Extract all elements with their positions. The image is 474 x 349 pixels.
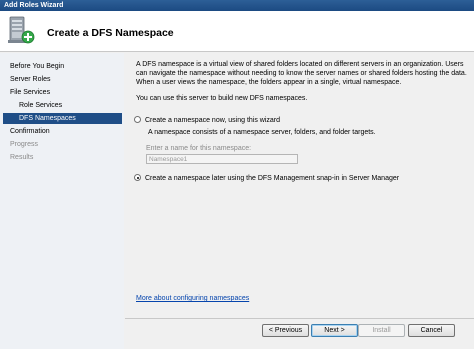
more-about-namespaces-link[interactable]: More about configuring namespaces — [136, 295, 249, 302]
nav-item-role-services[interactable]: Role Services — [19, 100, 62, 111]
wizard-window: Add Roles Wizard Create a DFS Namespace … — [0, 0, 474, 349]
cancel-button[interactable]: Cancel — [408, 324, 455, 337]
option-create-later[interactable]: Create a namespace later using the DFS M… — [134, 174, 399, 184]
option-create-now-description: A namespace consists of a namespace serv… — [148, 129, 376, 136]
wizard-header: Create a DFS Namespace — [0, 11, 474, 52]
nav-item-before-you-begin[interactable]: Before You Begin — [10, 61, 64, 72]
namespace-name-input — [146, 154, 298, 164]
option-create-later-label: Create a namespace later using the DFS M… — [145, 175, 400, 182]
nav-item-results: Results — [10, 154, 34, 161]
option-create-now[interactable]: Create a namespace now, using this wizar… — [134, 116, 280, 126]
namespace-name-label: Enter a name for this namespace: — [146, 145, 252, 152]
window-title: Add Roles Wizard — [4, 2, 64, 9]
page-title: Create a DFS Namespace — [47, 27, 174, 39]
radio-create-now[interactable] — [134, 116, 141, 123]
nav-item-server-roles[interactable]: Server Roles — [10, 74, 50, 85]
nav-item-progress: Progress — [10, 141, 39, 148]
previous-button[interactable]: < Previous — [262, 324, 309, 337]
nav-item-dfs-namespaces[interactable]: DFS Namespaces — [3, 113, 122, 124]
next-button[interactable]: Next > — [311, 324, 358, 337]
footer-divider — [125, 318, 474, 319]
server-roles-add-icon — [8, 16, 35, 44]
intro-text: A DFS namespace is a virtual view of sha… — [136, 61, 467, 86]
option-create-now-label: Create a namespace now, using this wizar… — [145, 117, 281, 124]
radio-create-later[interactable] — [134, 174, 141, 181]
wizard-nav: Before You Begin Server Roles File Servi… — [0, 53, 124, 349]
can-use-text: You can use this server to build new DFS… — [136, 95, 308, 102]
title-bar[interactable]: Add Roles Wizard — [0, 0, 474, 11]
wizard-content: A DFS namespace is a virtual view of sha… — [125, 53, 474, 318]
nav-item-confirmation[interactable]: Confirmation — [10, 126, 50, 137]
install-button: Install — [358, 324, 405, 337]
nav-item-file-services[interactable]: File Services — [10, 87, 50, 98]
